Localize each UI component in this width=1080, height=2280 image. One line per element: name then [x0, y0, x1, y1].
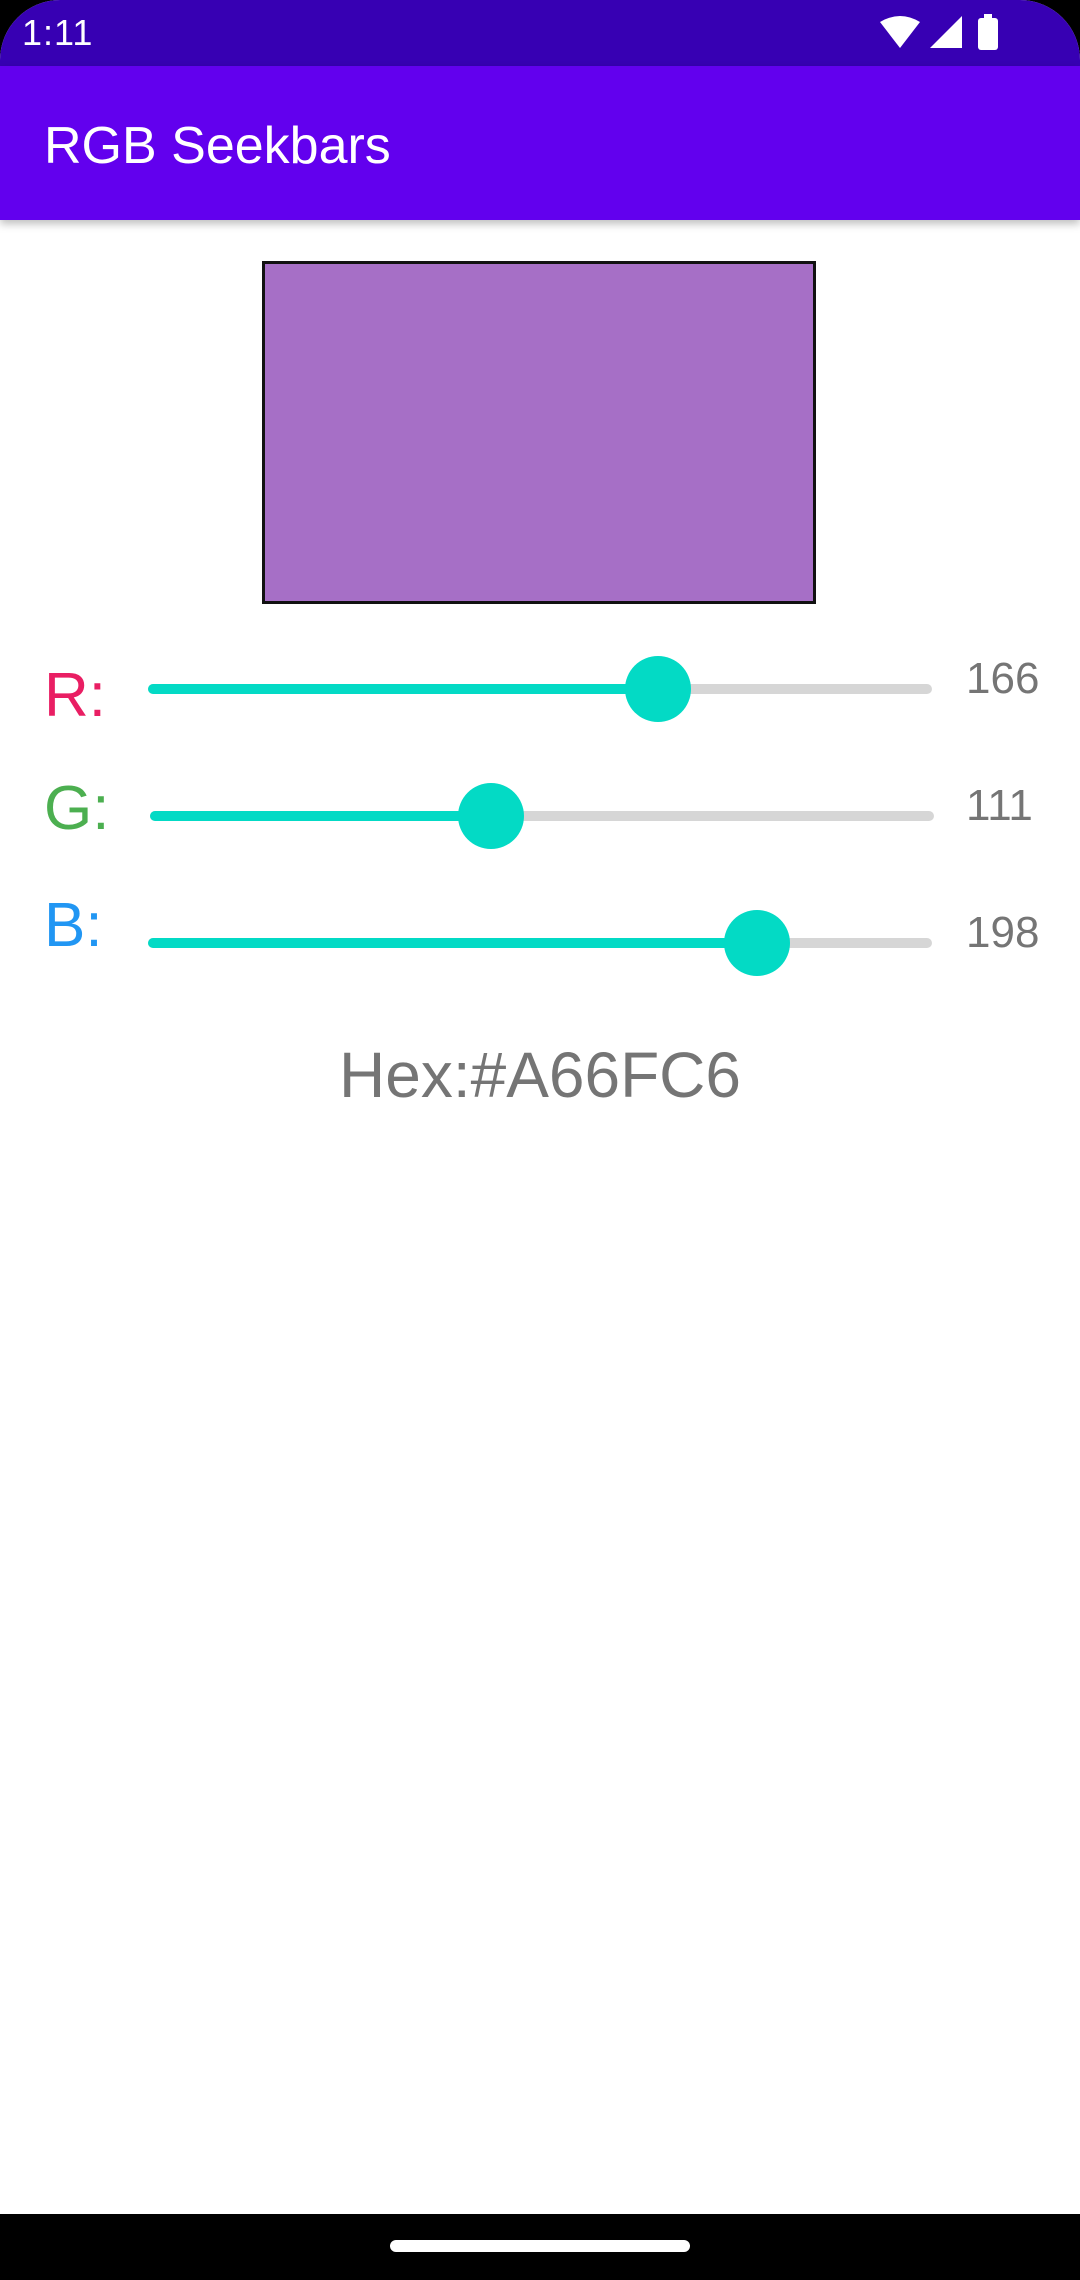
phone-screen: 1:11 RGB Seekbars R: 166 G: 111 B: 198 H… [0, 0, 1080, 2280]
blue-seekbar-thumb[interactable] [724, 910, 790, 976]
color-preview-swatch [262, 261, 816, 604]
hex-value-text: Hex:#A66FC6 [339, 1039, 741, 1111]
green-seekbar-thumb[interactable] [458, 783, 524, 849]
app-title: RGB Seekbars [44, 117, 391, 175]
green-value: 111 [966, 781, 1033, 830]
wifi-icon [880, 16, 920, 48]
app-bar: RGB Seekbars [0, 66, 1080, 220]
green-label: G: [44, 774, 110, 843]
cellular-signal-icon [930, 16, 962, 48]
blue-label: B: [44, 891, 103, 960]
red-seekbar-thumb[interactable] [625, 656, 691, 722]
green-seekbar-progress [150, 811, 491, 821]
red-seekbar[interactable] [148, 656, 932, 722]
red-seekbar-progress [148, 684, 658, 694]
status-time: 1:11 [22, 12, 94, 53]
blue-seekbar[interactable] [148, 910, 932, 976]
green-seekbar[interactable] [150, 783, 934, 849]
status-bar: 1:11 [0, 0, 1080, 66]
red-label: R: [44, 661, 106, 730]
home-gesture-handle[interactable] [390, 2240, 690, 2252]
battery-icon [978, 14, 998, 50]
blue-seekbar-progress [148, 938, 757, 948]
status-icons [880, 14, 1010, 52]
red-value: 166 [966, 654, 1040, 703]
blue-value: 198 [966, 908, 1040, 957]
